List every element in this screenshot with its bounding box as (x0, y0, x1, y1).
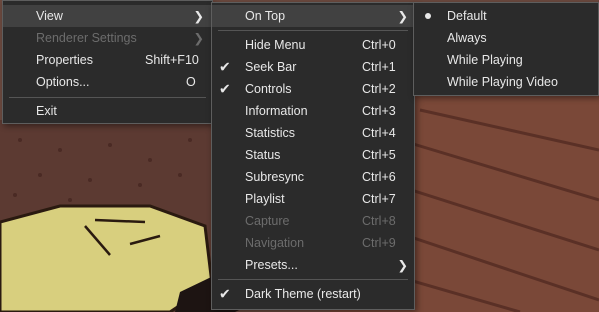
menu-item-shortcut: O (186, 75, 196, 89)
menu-item-shortcut: Ctrl+8 (362, 214, 396, 228)
menu-item-shortcut: Ctrl+1 (362, 60, 396, 74)
submenu-arrow-icon: ❯ (397, 258, 408, 273)
menu-item-default[interactable]: Default (414, 5, 598, 27)
menu-item-playlist[interactable]: Playlist Ctrl+7 (212, 188, 414, 210)
menu-item-controls[interactable]: ✔ Controls Ctrl+2 (212, 78, 414, 100)
context-menu-on-top: Default Always While Playing While Playi… (413, 2, 599, 96)
menu-item-label: While Playing (447, 53, 523, 67)
menu-item-label: Navigation (245, 236, 305, 250)
menu-item-label: Controls (245, 82, 292, 96)
menu-item-options[interactable]: Options... O (3, 71, 212, 93)
menu-separator (9, 97, 206, 98)
menu-item-shortcut: Ctrl+0 (362, 38, 396, 52)
menu-item-shortcut: Shift+F10 (145, 53, 199, 67)
menu-item-seek-bar[interactable]: ✔ Seek Bar Ctrl+1 (212, 56, 414, 78)
menu-item-status[interactable]: Status Ctrl+5 (212, 144, 414, 166)
menu-item-label: Subresync (245, 170, 305, 184)
menu-item-statistics[interactable]: Statistics Ctrl+4 (212, 122, 414, 144)
menu-item-shortcut: Ctrl+4 (362, 126, 396, 140)
menu-item-label: Information (245, 104, 308, 118)
menu-item-label: On Top (245, 9, 286, 23)
menu-item-dark-theme[interactable]: ✔ Dark Theme (restart) (212, 283, 414, 305)
menu-item-information[interactable]: Information Ctrl+3 (212, 100, 414, 122)
menu-item-label: Exit (36, 104, 57, 118)
menu-item-label: Seek Bar (245, 60, 297, 74)
menu-item-label: While Playing Video (447, 75, 558, 89)
menu-item-properties[interactable]: Properties Shift+F10 (3, 49, 212, 71)
menu-item-subresync[interactable]: Subresync Ctrl+6 (212, 166, 414, 188)
menu-item-presets[interactable]: Presets... ❯ (212, 254, 414, 276)
menu-item-label: Status (245, 148, 281, 162)
menu-item-label: Playlist (245, 192, 285, 206)
menu-item-label: Always (447, 31, 487, 45)
menu-item-hide-menu[interactable]: Hide Menu Ctrl+0 (212, 34, 414, 56)
menu-item-while-playing-video[interactable]: While Playing Video (414, 71, 598, 93)
menu-item-view[interactable]: View ❯ (3, 5, 212, 27)
menu-item-renderer-settings[interactable]: Renderer Settings ❯ (3, 27, 212, 49)
context-menu-main: View ❯ Renderer Settings ❯ Properties Sh… (2, 0, 213, 124)
menu-item-shortcut: Ctrl+5 (362, 148, 396, 162)
submenu-arrow-icon: ❯ (193, 9, 204, 24)
menu-item-label: Statistics (245, 126, 296, 140)
menu-separator (218, 30, 408, 31)
submenu-arrow-icon: ❯ (397, 9, 408, 24)
menu-item-on-top[interactable]: On Top ❯ (212, 5, 414, 27)
menu-item-while-playing[interactable]: While Playing (414, 49, 598, 71)
menu-item-shortcut: Ctrl+3 (362, 104, 396, 118)
menu-item-label: View (36, 9, 63, 23)
menu-item-shortcut: Ctrl+2 (362, 82, 396, 96)
check-icon: ✔ (219, 285, 231, 302)
menu-item-exit[interactable]: Exit (3, 100, 212, 122)
menu-item-label: Properties (36, 53, 93, 67)
menu-item-shortcut: Ctrl+9 (362, 236, 396, 250)
check-icon: ✔ (219, 58, 231, 75)
menu-separator (218, 279, 408, 280)
menu-item-label: Hide Menu (245, 38, 306, 52)
menu-item-label: Options... (36, 75, 90, 89)
menu-item-shortcut: Ctrl+7 (362, 192, 396, 206)
menu-item-label: Dark Theme (restart) (245, 287, 361, 301)
menu-item-label: Renderer Settings (36, 31, 137, 45)
menu-item-label: Capture (245, 214, 290, 228)
context-menu-view: On Top ❯ Hide Menu Ctrl+0 ✔ Seek Bar Ctr… (211, 2, 415, 310)
menu-item-navigation[interactable]: Navigation Ctrl+9 (212, 232, 414, 254)
menu-item-always[interactable]: Always (414, 27, 598, 49)
menu-item-capture[interactable]: Capture Ctrl+8 (212, 210, 414, 232)
radio-selected-icon (425, 13, 431, 19)
menu-item-label: Default (447, 9, 487, 23)
submenu-arrow-icon: ❯ (193, 31, 204, 46)
menu-item-label: Presets... (245, 258, 298, 272)
menu-item-shortcut: Ctrl+6 (362, 170, 396, 184)
check-icon: ✔ (219, 80, 231, 97)
